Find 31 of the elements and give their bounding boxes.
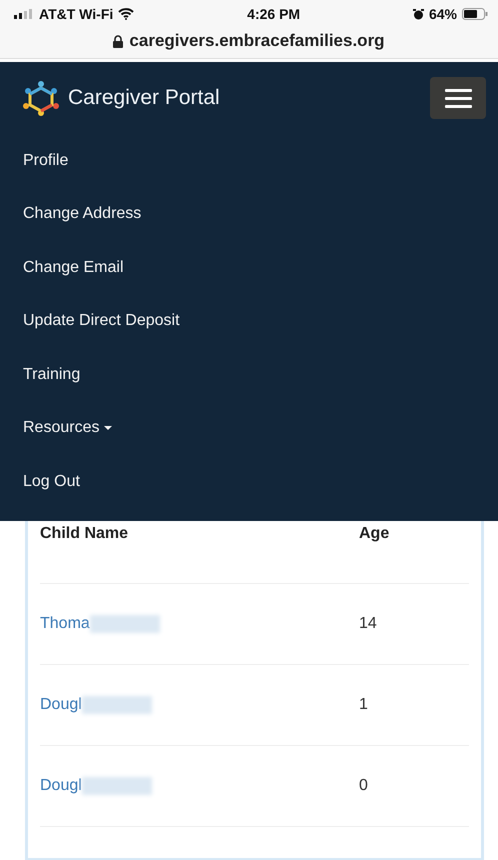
child-name-link[interactable]: Dougl (40, 776, 82, 794)
battery-icon (462, 8, 488, 20)
battery-percentage: 64% (428, 6, 457, 22)
menu-item[interactable]: Update Direct Deposit (0, 294, 203, 348)
signal-icon (14, 9, 34, 19)
wifi-icon (118, 8, 134, 20)
url-text[interactable]: caregivers.embracefamilies.org (129, 31, 385, 51)
alarm-icon (412, 8, 424, 20)
table-cell-text: 0 (359, 776, 369, 794)
redaction-blur (90, 614, 160, 632)
menu-item[interactable]: Profile (0, 134, 92, 188)
menu-item[interactable]: Change Email (0, 241, 146, 294)
table-cell-text: 14 (359, 614, 378, 632)
redaction-blur (82, 696, 152, 714)
carrier-name: AT&T Wi-Fi (39, 6, 114, 22)
caret-icon (104, 426, 112, 430)
menu-item[interactable]: Training (0, 348, 104, 402)
logo-icon (22, 80, 60, 116)
column-header: Child Name (40, 524, 130, 542)
menu-item[interactable]: Change Address (0, 188, 164, 241)
menu-item[interactable]: Log Out (0, 455, 103, 508)
child-name-link[interactable]: Dougl (40, 696, 82, 714)
column-header: Age (359, 524, 390, 542)
portal-title[interactable]: Caregiver Portal (68, 86, 220, 110)
menu-button[interactable] (430, 77, 486, 119)
clock-time: 4:26 PM (247, 6, 300, 22)
redaction-blur (82, 776, 152, 794)
dropdown-menu-item[interactable]: Resources (0, 402, 136, 455)
lock-icon (113, 34, 124, 48)
table-cell-text: 1 (359, 696, 369, 714)
child-name-link[interactable]: Thoma (40, 614, 90, 632)
